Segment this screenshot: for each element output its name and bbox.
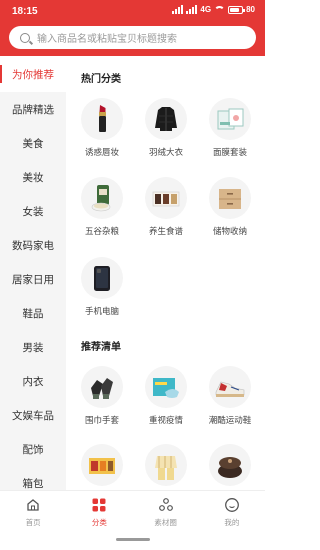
- status-time: 18:15: [12, 6, 38, 17]
- category-sidebar: 为你推荐 品牌精选 美食 美妆 女装 数码家电 居家日用 鞋品 男装 内衣 文娱…: [0, 56, 66, 490]
- sidebar-item-food[interactable]: 美食: [0, 126, 66, 160]
- wifi-icon: [214, 5, 226, 14]
- tea-gift-box-icon: [145, 177, 187, 219]
- down-jacket-icon: [145, 98, 187, 140]
- recommend-tile-gloves[interactable]: 围巾手套: [72, 366, 132, 438]
- sidebar-item-label: 居家日用: [12, 273, 54, 286]
- recommend-tile-rice-cooker[interactable]: [200, 444, 260, 490]
- sidebar-item-shoes[interactable]: 鞋品: [0, 296, 66, 330]
- sidebar-item-label: 为你推荐: [12, 68, 54, 81]
- battery-icon: [228, 5, 246, 14]
- sidebar-item-recommend[interactable]: 为你推荐: [0, 56, 66, 92]
- tab-label: 我的: [224, 518, 240, 527]
- tab-material-circle[interactable]: 素材圈: [133, 491, 199, 532]
- sidebar-item-beauty[interactable]: 美妆: [0, 160, 66, 194]
- category-tile-lipstick[interactable]: 诱惑唇妆: [72, 98, 132, 170]
- category-label: 潮酷运动鞋: [208, 415, 252, 425]
- signal-icon: [172, 5, 184, 14]
- tab-label: 分类: [91, 518, 107, 527]
- tab-category[interactable]: 分类: [66, 491, 132, 532]
- recommend-tile-epidemic[interactable]: 重视疫情: [136, 366, 196, 438]
- mask-box-icon: [145, 366, 187, 408]
- sidebar-item-womens[interactable]: 女装: [0, 194, 66, 228]
- network-label: 4G: [200, 5, 212, 14]
- category-label: 重视疫情: [148, 415, 183, 425]
- sidebar-item-mens[interactable]: 男装: [0, 330, 66, 364]
- sidebar-item-label: 数码家电: [12, 239, 54, 252]
- tab-profile[interactable]: 我的: [199, 491, 265, 532]
- recommend-tile-snacks[interactable]: [72, 444, 132, 490]
- sidebar-item-label: 女装: [22, 205, 44, 218]
- search-icon: [20, 32, 30, 43]
- section-title-recommended: 推荐清单: [81, 342, 121, 353]
- category-label: 羽绒大衣: [148, 147, 183, 157]
- category-tile-face-mask[interactable]: 面膜套装: [200, 98, 260, 170]
- snack-box-icon: [81, 444, 123, 486]
- category-tile-down-jacket[interactable]: 羽绒大衣: [136, 98, 196, 170]
- category-label: 手机电脑: [84, 306, 119, 316]
- sidebar-item-label: 文娱车品: [12, 409, 54, 422]
- grain-icon: [81, 177, 123, 219]
- sidebar-item-digital[interactable]: 数码家电: [0, 228, 66, 262]
- category-tile-grain[interactable]: 五谷杂粮: [72, 177, 132, 249]
- category-tile-phone[interactable]: 手机电脑: [72, 257, 132, 329]
- sidebar-item-underwear[interactable]: 内衣: [0, 364, 66, 398]
- sidebar-item-entertainment-car[interactable]: 文娱车品: [0, 398, 66, 432]
- recommend-tile-pajamas[interactable]: [136, 444, 196, 490]
- category-content: 热门分类 诱惑唇妆 羽绒大衣 面膜套装 五谷杂粮 养生食谱 储物收纳 手机电脑 …: [66, 56, 265, 490]
- sidebar-item-home[interactable]: 居家日用: [0, 262, 66, 296]
- sidebar-item-brands[interactable]: 品牌精选: [0, 92, 66, 126]
- sidebar-item-label: 美食: [22, 137, 44, 150]
- recommend-tile-sneakers[interactable]: 潮酷运动鞋: [200, 366, 260, 438]
- home-indicator[interactable]: [116, 538, 150, 541]
- phone-icon: [81, 257, 123, 299]
- status-bar: 18:15 4G 80: [0, 0, 265, 22]
- material-circle-icon: [158, 498, 173, 511]
- home-icon: [27, 499, 39, 511]
- gloves-icon: [81, 366, 123, 408]
- category-label: 五谷杂粮: [84, 226, 119, 236]
- sidebar-item-label: 内衣: [22, 375, 44, 388]
- sneaker-icon: [209, 366, 251, 408]
- category-tile-storage[interactable]: 储物收纳: [200, 177, 260, 249]
- pajamas-icon: [145, 444, 187, 486]
- bottom-tab-bar: 首页 分类 素材圈 我的: [0, 490, 265, 532]
- tab-home[interactable]: 首页: [0, 491, 66, 532]
- profile-icon: [224, 498, 239, 512]
- rice-cooker-icon: [209, 444, 251, 486]
- category-label: 面膜套装: [212, 147, 247, 157]
- lipstick-icon: [81, 98, 123, 140]
- sidebar-item-label: 鞋品: [22, 307, 44, 320]
- storage-drawer-icon: [209, 177, 251, 219]
- sidebar-item-label: 美妆: [22, 171, 44, 184]
- category-label: 储物收纳: [212, 226, 247, 236]
- category-label: 围巾手套: [84, 415, 119, 425]
- category-label: 养生食谱: [148, 226, 183, 236]
- search-placeholder: 输入商品名或粘贴宝贝标题搜索: [37, 34, 177, 45]
- sidebar-item-label: 男装: [22, 341, 44, 354]
- sidebar-item-accessories[interactable]: 配饰: [0, 432, 66, 466]
- face-mask-icon: [209, 98, 251, 140]
- signal-icon-2: [186, 5, 198, 14]
- category-tile-health-recipes[interactable]: 养生食谱: [136, 177, 196, 249]
- status-icons: 4G 80: [172, 5, 255, 14]
- category-grid-icon: [92, 498, 106, 512]
- battery-level: 80: [246, 5, 255, 14]
- search-input[interactable]: 输入商品名或粘贴宝贝标题搜索: [9, 26, 256, 49]
- sidebar-item-label: 配饰: [22, 443, 44, 456]
- category-label: 诱惑唇妆: [84, 147, 119, 157]
- top-header: 18:15 4G 80 输入商品名或粘贴宝贝标题搜索: [0, 0, 265, 56]
- tab-label: 素材圈: [154, 518, 177, 527]
- sidebar-item-label: 品牌精选: [12, 103, 54, 116]
- sidebar-item-label: 箱包: [22, 477, 44, 490]
- tab-label: 首页: [25, 518, 41, 527]
- section-title-hot: 热门分类: [81, 74, 121, 85]
